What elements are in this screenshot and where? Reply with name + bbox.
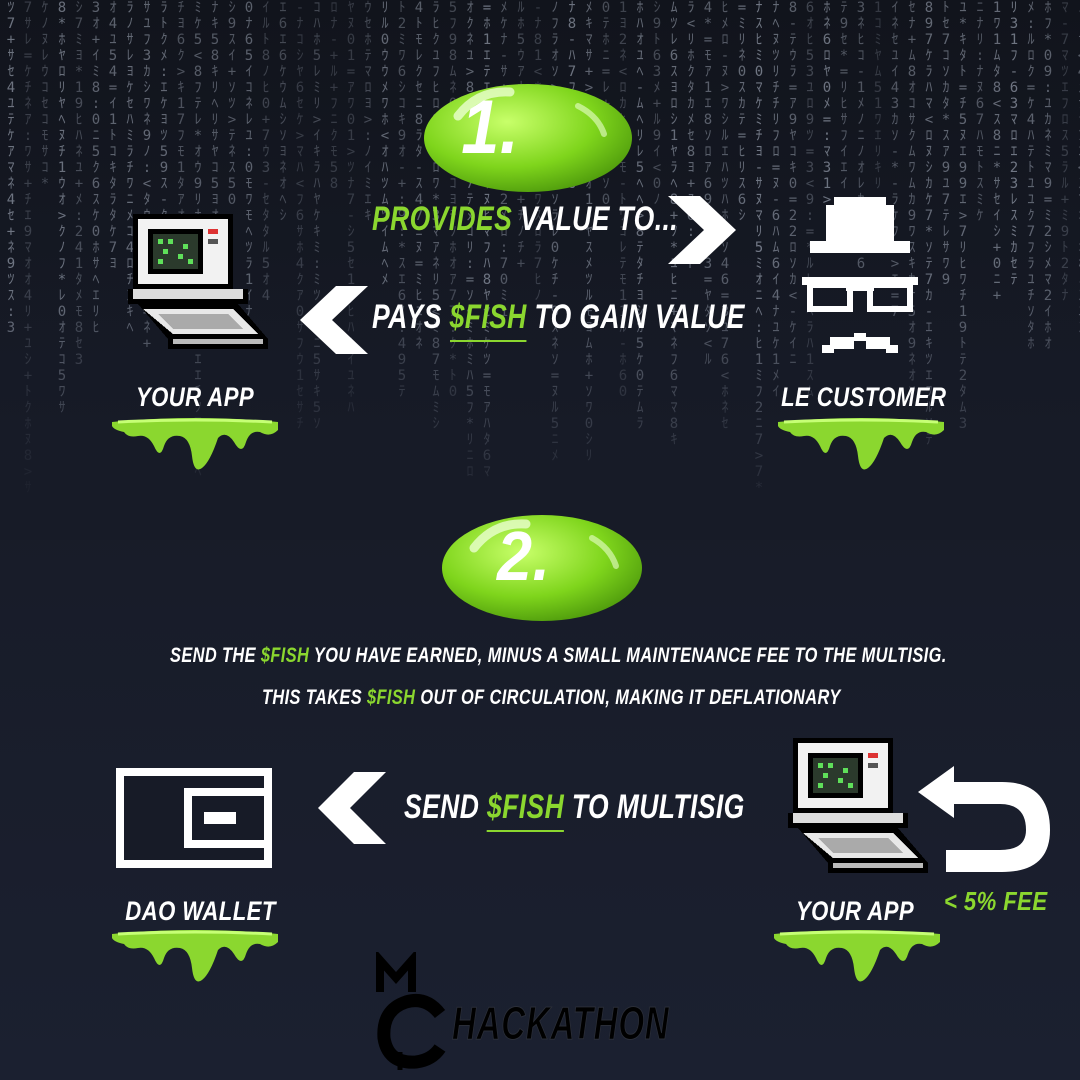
le-customer-label: Le Customer: [781, 382, 947, 412]
computer-icon: [128, 214, 268, 349]
slime-drip-decoration: [774, 930, 940, 982]
hackathon-logo-text: HACKATHON: [452, 997, 670, 1050]
send-fish-text: Send $FISH to multisig: [404, 788, 745, 832]
customer-icon: [802, 197, 918, 353]
step-1-slime-badge: [424, 84, 632, 192]
chevron-left-icon: [318, 772, 386, 844]
step-2-description-line-1: Send the $FISH you have earned, minus a …: [170, 644, 947, 667]
slime-drip-decoration: [112, 418, 278, 470]
step-2-description-line-2: This takes $FISH out of circulation, mak…: [262, 686, 841, 709]
step-2-number: 2.: [496, 517, 551, 595]
return-arrow-icon: [918, 766, 1050, 872]
pays-fish-text: Pays $FISH to gain value: [372, 298, 745, 342]
fee-label: < 5% fee: [944, 886, 1048, 916]
chevron-left-icon: [300, 286, 368, 354]
provides-value-text: Provides value to...: [372, 200, 678, 238]
your-app-label: Your App: [795, 896, 915, 926]
dao-wallet-label: DAO Wallet: [125, 896, 276, 926]
slime-drip-decoration: [112, 930, 278, 982]
step-1-number: 1.: [461, 85, 520, 170]
your-app-label: Your App: [135, 382, 255, 412]
chevron-right-icon: [668, 196, 736, 264]
slime-drip-decoration: [778, 418, 944, 470]
mc-logo-icon: [376, 952, 446, 1070]
wallet-icon: [116, 768, 272, 868]
